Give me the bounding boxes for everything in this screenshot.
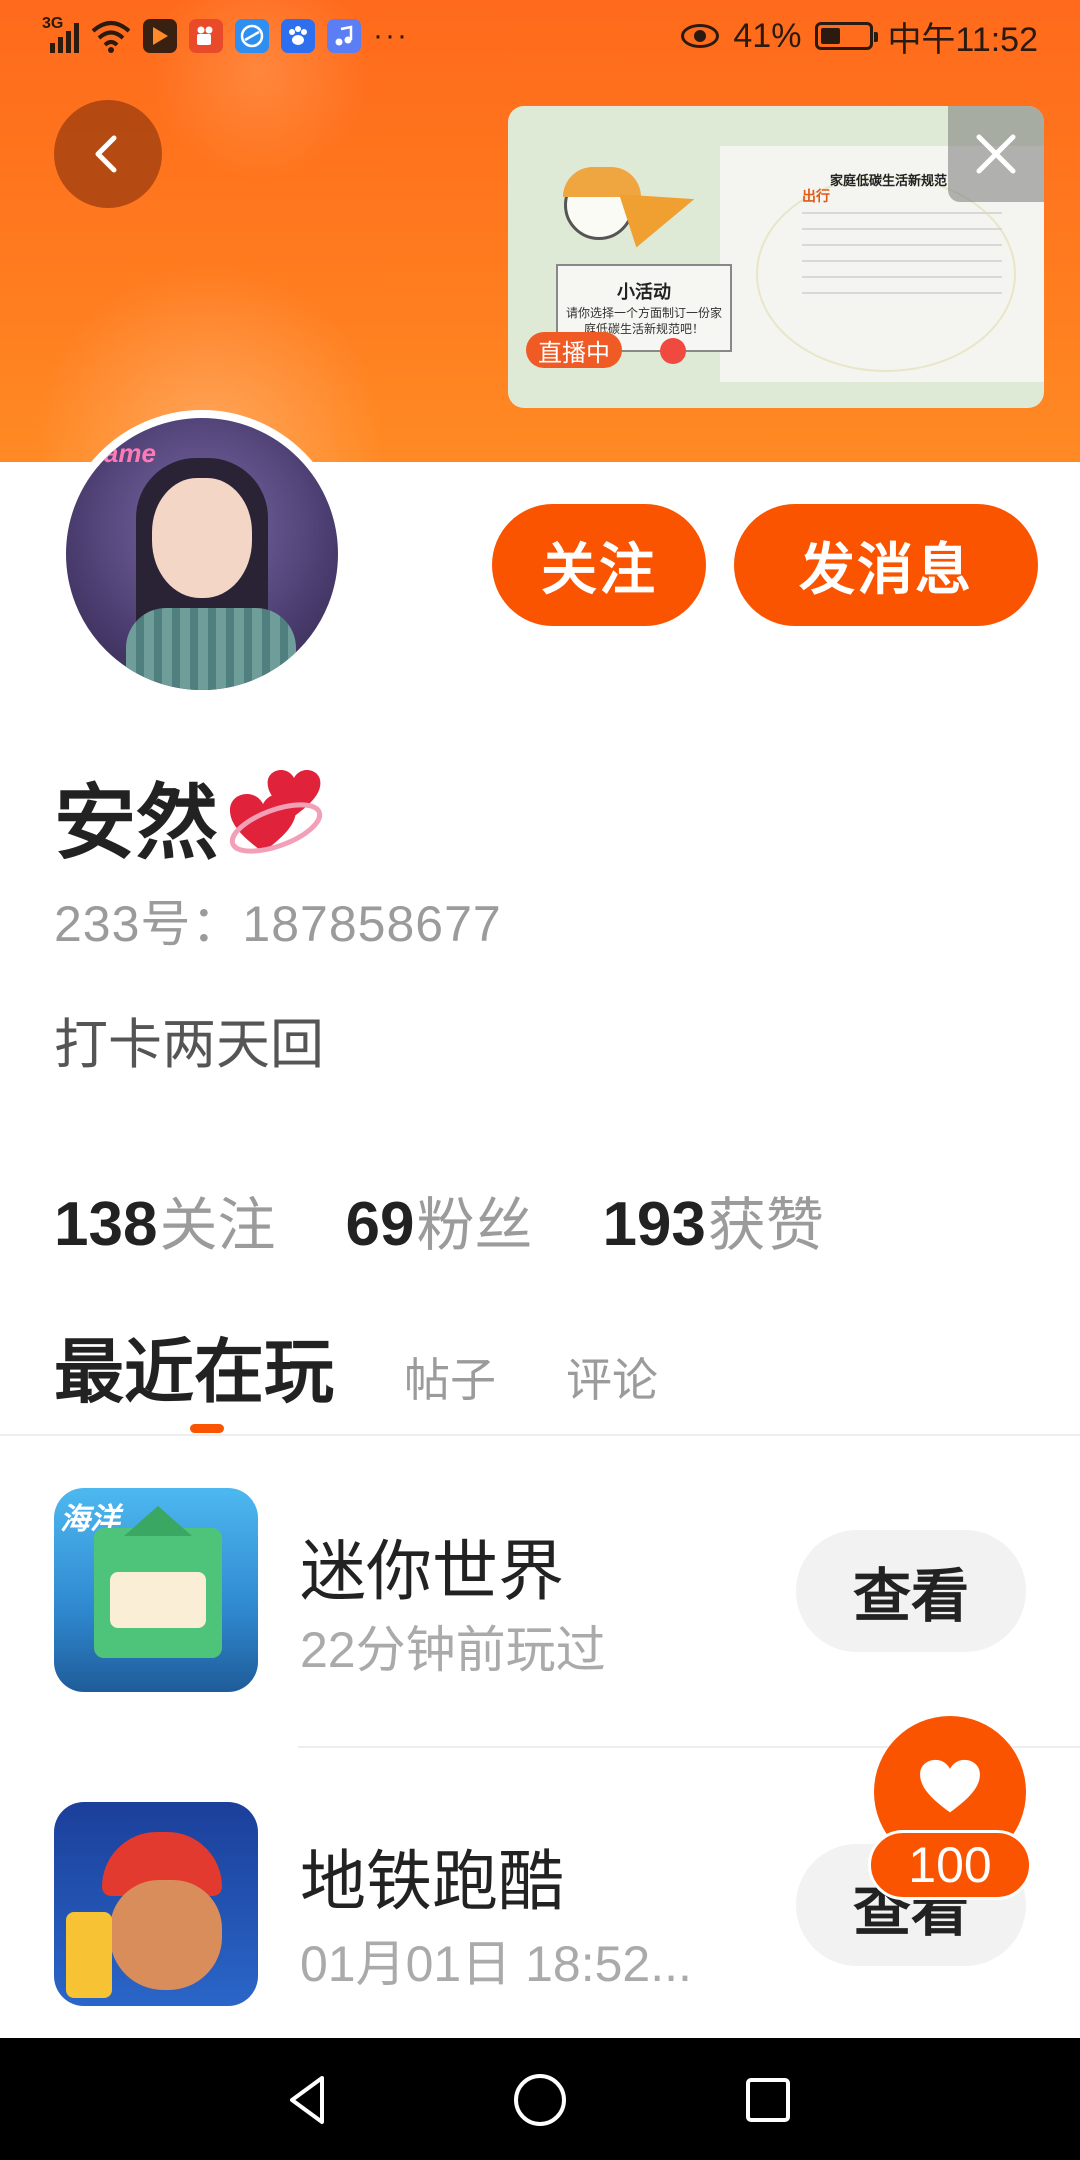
tabs-divider [0, 1434, 1080, 1436]
signal-icon: 3G [42, 15, 79, 53]
stat-followers-label: 粉丝 [416, 1193, 533, 1258]
activity-card-title: 小活动 [617, 282, 671, 302]
browser-app-icon [235, 19, 269, 53]
profile-tabs: 最近在玩 帖子 评论 [54, 1316, 658, 1417]
avatar-neon-sign: game [88, 438, 156, 468]
more-notifications-indicator: ··· [373, 19, 409, 52]
circle-home-icon [514, 2074, 566, 2126]
slide-title: 家庭低碳生活新规范 [830, 173, 948, 188]
stat-following-label: 关注 [159, 1193, 276, 1258]
eye-care-icon [681, 24, 720, 48]
user-bio: 打卡两天回 [54, 1015, 324, 1075]
close-live-button[interactable] [948, 106, 1044, 202]
avatar-shirt [126, 608, 296, 690]
triangle-back-icon [290, 2076, 324, 2124]
chevron-left-icon [95, 135, 117, 173]
video-app-icon [143, 19, 177, 53]
stat-likes[interactable]: 193 获赞 [602, 1178, 823, 1262]
stat-likes-count: 193 [602, 1190, 706, 1259]
follow-button[interactable]: 关注 [492, 504, 706, 626]
nav-home-button[interactable] [502, 2062, 578, 2138]
kuaishou-app-icon [189, 19, 223, 53]
slide-lines [802, 212, 1002, 308]
avatar[interactable]: game [58, 410, 346, 698]
music-app-icon [327, 19, 361, 53]
nickname: 安然 [54, 778, 219, 869]
battery-icon [815, 22, 879, 50]
status-left: 3G ··· [42, 14, 409, 58]
tab-posts[interactable]: 帖子 [404, 1344, 496, 1410]
game-last-played: 22分钟前玩过 [300, 1622, 606, 1678]
like-count-badge: 100 [868, 1830, 1032, 1900]
close-icon [976, 134, 1016, 174]
heart-icon [920, 1759, 980, 1813]
stat-following-count: 138 [54, 1190, 158, 1259]
battery-percent: 41% [733, 16, 802, 55]
stat-followers-count: 69 [345, 1190, 415, 1259]
user-id: 233号：187858677 [54, 896, 502, 952]
active-tab-indicator [190, 1424, 224, 1433]
back-button[interactable] [54, 100, 162, 208]
hearts-emoji-icon [226, 768, 326, 864]
game-title: 迷你世界 [300, 1534, 564, 1608]
view-game-button[interactable]: 查看 [796, 1530, 1026, 1652]
baidu-app-icon [281, 19, 315, 53]
slide-subtitle: 出行 [802, 188, 830, 204]
tab-recently-played[interactable]: 最近在玩 [54, 1316, 334, 1417]
tab-comments[interactable]: 评论 [566, 1344, 658, 1410]
wifi-icon [91, 21, 131, 53]
live-preview-window[interactable]: 家庭低碳生活新规范 出行 小活动 请你选择一个方面制订一份家庭低碳生活新规范吧！… [508, 106, 1044, 408]
mini-world-game-icon: 海洋 [54, 1488, 258, 1692]
avatar-face [152, 478, 252, 598]
status-bar: 3G ··· 41% 中午11:52 [0, 0, 1080, 72]
status-right: 41% 中午11:52 [681, 14, 1038, 59]
subway-surfers-game-icon [54, 1802, 258, 2006]
send-message-button[interactable]: 发消息 [734, 504, 1038, 626]
live-indicator-dot [660, 338, 686, 364]
profile-stats: 138 关注 69 粉丝 193 获赞 [54, 1178, 824, 1262]
system-nav-bar [0, 2038, 1080, 2160]
stat-followers[interactable]: 69 粉丝 [345, 1178, 532, 1262]
square-recents-icon [746, 2078, 790, 2122]
live-badge: 直播中 [526, 332, 622, 368]
status-time: 中午11:52 [887, 20, 1038, 59]
game-last-played: 01月01日 18:52... [300, 1936, 692, 1992]
stat-likes-label: 获赞 [707, 1193, 824, 1258]
stat-following[interactable]: 138 关注 [54, 1178, 275, 1262]
network-type: 3G [42, 15, 64, 32]
nav-recents-button[interactable] [730, 2062, 806, 2138]
nav-back-button[interactable] [270, 2062, 346, 2138]
game-title: 地铁跑酷 [300, 1844, 564, 1918]
profile-page: 3G ··· 41% 中午11:52 家庭低碳生活新规范 出行 小活动 请你选择… [0, 0, 1080, 2160]
nickname-row: 安然 [54, 756, 326, 875]
